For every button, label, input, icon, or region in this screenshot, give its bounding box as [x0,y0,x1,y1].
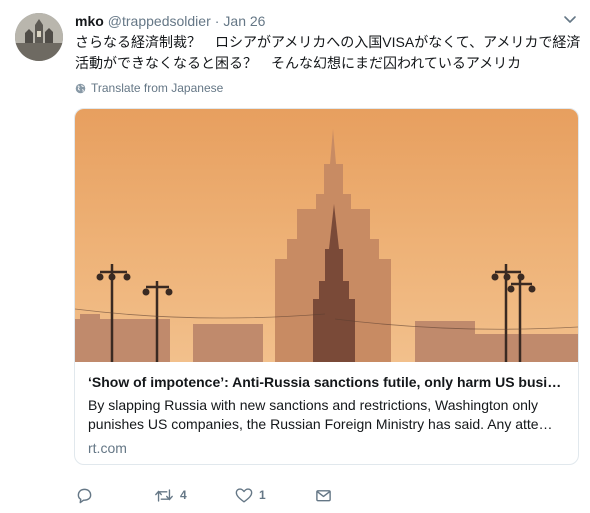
separator-dot: · [214,13,220,29]
globe-icon [75,83,86,93]
card-domain: rt.com [88,440,127,456]
tweet[interactable]: mko @trappedsoldier · Jan 26 さらなる経済制裁？ ロ… [0,0,590,513]
avatar-image [15,13,63,61]
envelope-icon [316,489,331,501]
reply-icon [77,488,92,503]
tweet-header: mko @trappedsoldier · Jan 26 [75,11,265,31]
card-description-line: By slapping Russia with new sanctions an… [88,397,539,413]
tweet-timestamp[interactable]: Jan 26 [223,13,265,29]
like-button[interactable]: 1 [235,485,266,505]
card-title[interactable]: ‘Show of impotence’: Anti-Russia sanctio… [88,373,565,392]
retweet-button[interactable]: 4 [154,485,187,505]
tweet-text: さらなる経済制裁？ ロシアがアメリカへの入国VISAがなくて、アメリカで経済 活… [75,32,581,74]
card-image [75,109,578,362]
tweet-text-line: さらなる経済制裁？ ロシアがアメリカへの入国VISAがなくて、アメリカで経済 [75,34,581,50]
reply-button[interactable] [76,485,93,505]
retweet-count: 4 [180,488,187,502]
card-description: By slapping Russia with new sanctions an… [88,396,565,434]
tweet-actions: 4 1 [76,485,376,505]
heart-icon [235,487,253,502]
chevron-down-icon[interactable] [563,12,577,26]
link-card[interactable]: ‘Show of impotence’: Anti-Russia sanctio… [74,108,579,465]
card-description-line: punishes US companies, the Russian Forei… [88,416,553,432]
direct-message-button[interactable] [315,485,332,505]
avatar[interactable] [15,13,63,61]
tweet-text-line: 活動ができなくなると困る？ そんな幻想にまだ囚われているアメリカ [75,55,522,71]
card-body: ‘Show of impotence’: Anti-Russia sanctio… [75,362,578,458]
display-name[interactable]: mko [75,13,104,29]
translate-link[interactable]: Translate from Japanese [75,81,223,95]
user-handle[interactable]: @trappedsoldier [108,13,211,29]
retweet-icon [155,488,173,502]
translate-label[interactable]: Translate from Japanese [91,81,223,95]
like-count: 1 [259,488,266,502]
